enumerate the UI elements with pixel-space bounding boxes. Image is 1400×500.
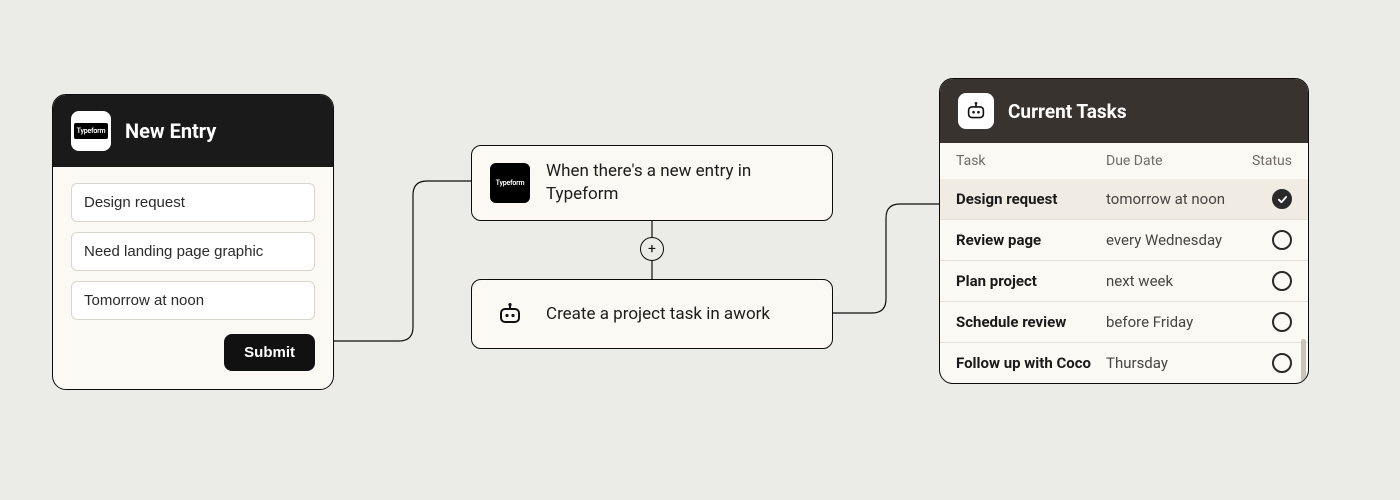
- tasks-table: Task Due Date Status Design requesttomor…: [940, 143, 1308, 383]
- entry-field-0[interactable]: [71, 183, 315, 222]
- tasks-card: Current Tasks Task Due Date Status Desig…: [939, 78, 1309, 384]
- status-open-icon[interactable]: [1272, 353, 1292, 373]
- task-row[interactable]: Schedule reviewbefore Friday: [940, 301, 1308, 342]
- awork-icon: [958, 93, 994, 129]
- task-name: Plan project: [956, 272, 1106, 290]
- tasks-title: Current Tasks: [1008, 100, 1127, 123]
- task-row[interactable]: Follow up with CocoThursday: [940, 342, 1308, 383]
- col-due: Due Date: [1106, 153, 1256, 169]
- trigger-step[interactable]: Typeform When there's a new entry in Typ…: [471, 145, 833, 221]
- new-entry-title: New Entry: [125, 119, 216, 143]
- task-due: Thursday: [1106, 354, 1256, 372]
- trigger-label: When there's a new entry in Typeform: [546, 160, 814, 206]
- typeform-icon: Typeform: [490, 163, 530, 203]
- task-due: before Friday: [1106, 313, 1256, 331]
- submit-button[interactable]: Submit: [224, 334, 315, 371]
- col-status: Status: [1252, 153, 1292, 169]
- task-row[interactable]: Plan projectnext week: [940, 260, 1308, 301]
- status-done-icon[interactable]: [1272, 189, 1292, 209]
- status-open-icon[interactable]: [1272, 230, 1292, 250]
- task-due: tomorrow at noon: [1106, 190, 1256, 208]
- tasks-column-headers: Task Due Date Status: [940, 143, 1308, 179]
- new-entry-card: Typeform New Entry Submit: [52, 94, 334, 390]
- plus-icon: +: [648, 241, 656, 257]
- task-name: Design request: [956, 190, 1106, 208]
- new-entry-body: Submit: [53, 167, 333, 389]
- entry-field-1[interactable]: [71, 232, 315, 271]
- task-due: every Wednesday: [1106, 231, 1256, 249]
- action-label: Create a project task in awork: [546, 303, 770, 326]
- task-name: Schedule review: [956, 313, 1106, 331]
- add-step-button[interactable]: +: [640, 237, 664, 261]
- status-open-icon[interactable]: [1272, 271, 1292, 291]
- scrollbar[interactable]: [1301, 339, 1306, 384]
- action-step[interactable]: Create a project task in awork: [471, 279, 833, 349]
- entry-field-2[interactable]: [71, 281, 315, 320]
- awork-icon: [490, 294, 530, 334]
- task-row[interactable]: Design requesttomorrow at noon: [940, 179, 1308, 219]
- task-row[interactable]: Review pageevery Wednesday: [940, 219, 1308, 260]
- new-entry-header: Typeform New Entry: [53, 95, 333, 167]
- col-task: Task: [956, 153, 1106, 169]
- status-open-icon[interactable]: [1272, 312, 1292, 332]
- typeform-icon: Typeform: [71, 111, 111, 151]
- task-name: Follow up with Coco: [956, 354, 1106, 372]
- tasks-header: Current Tasks: [940, 79, 1308, 143]
- task-name: Review page: [956, 231, 1106, 249]
- task-due: next week: [1106, 272, 1256, 290]
